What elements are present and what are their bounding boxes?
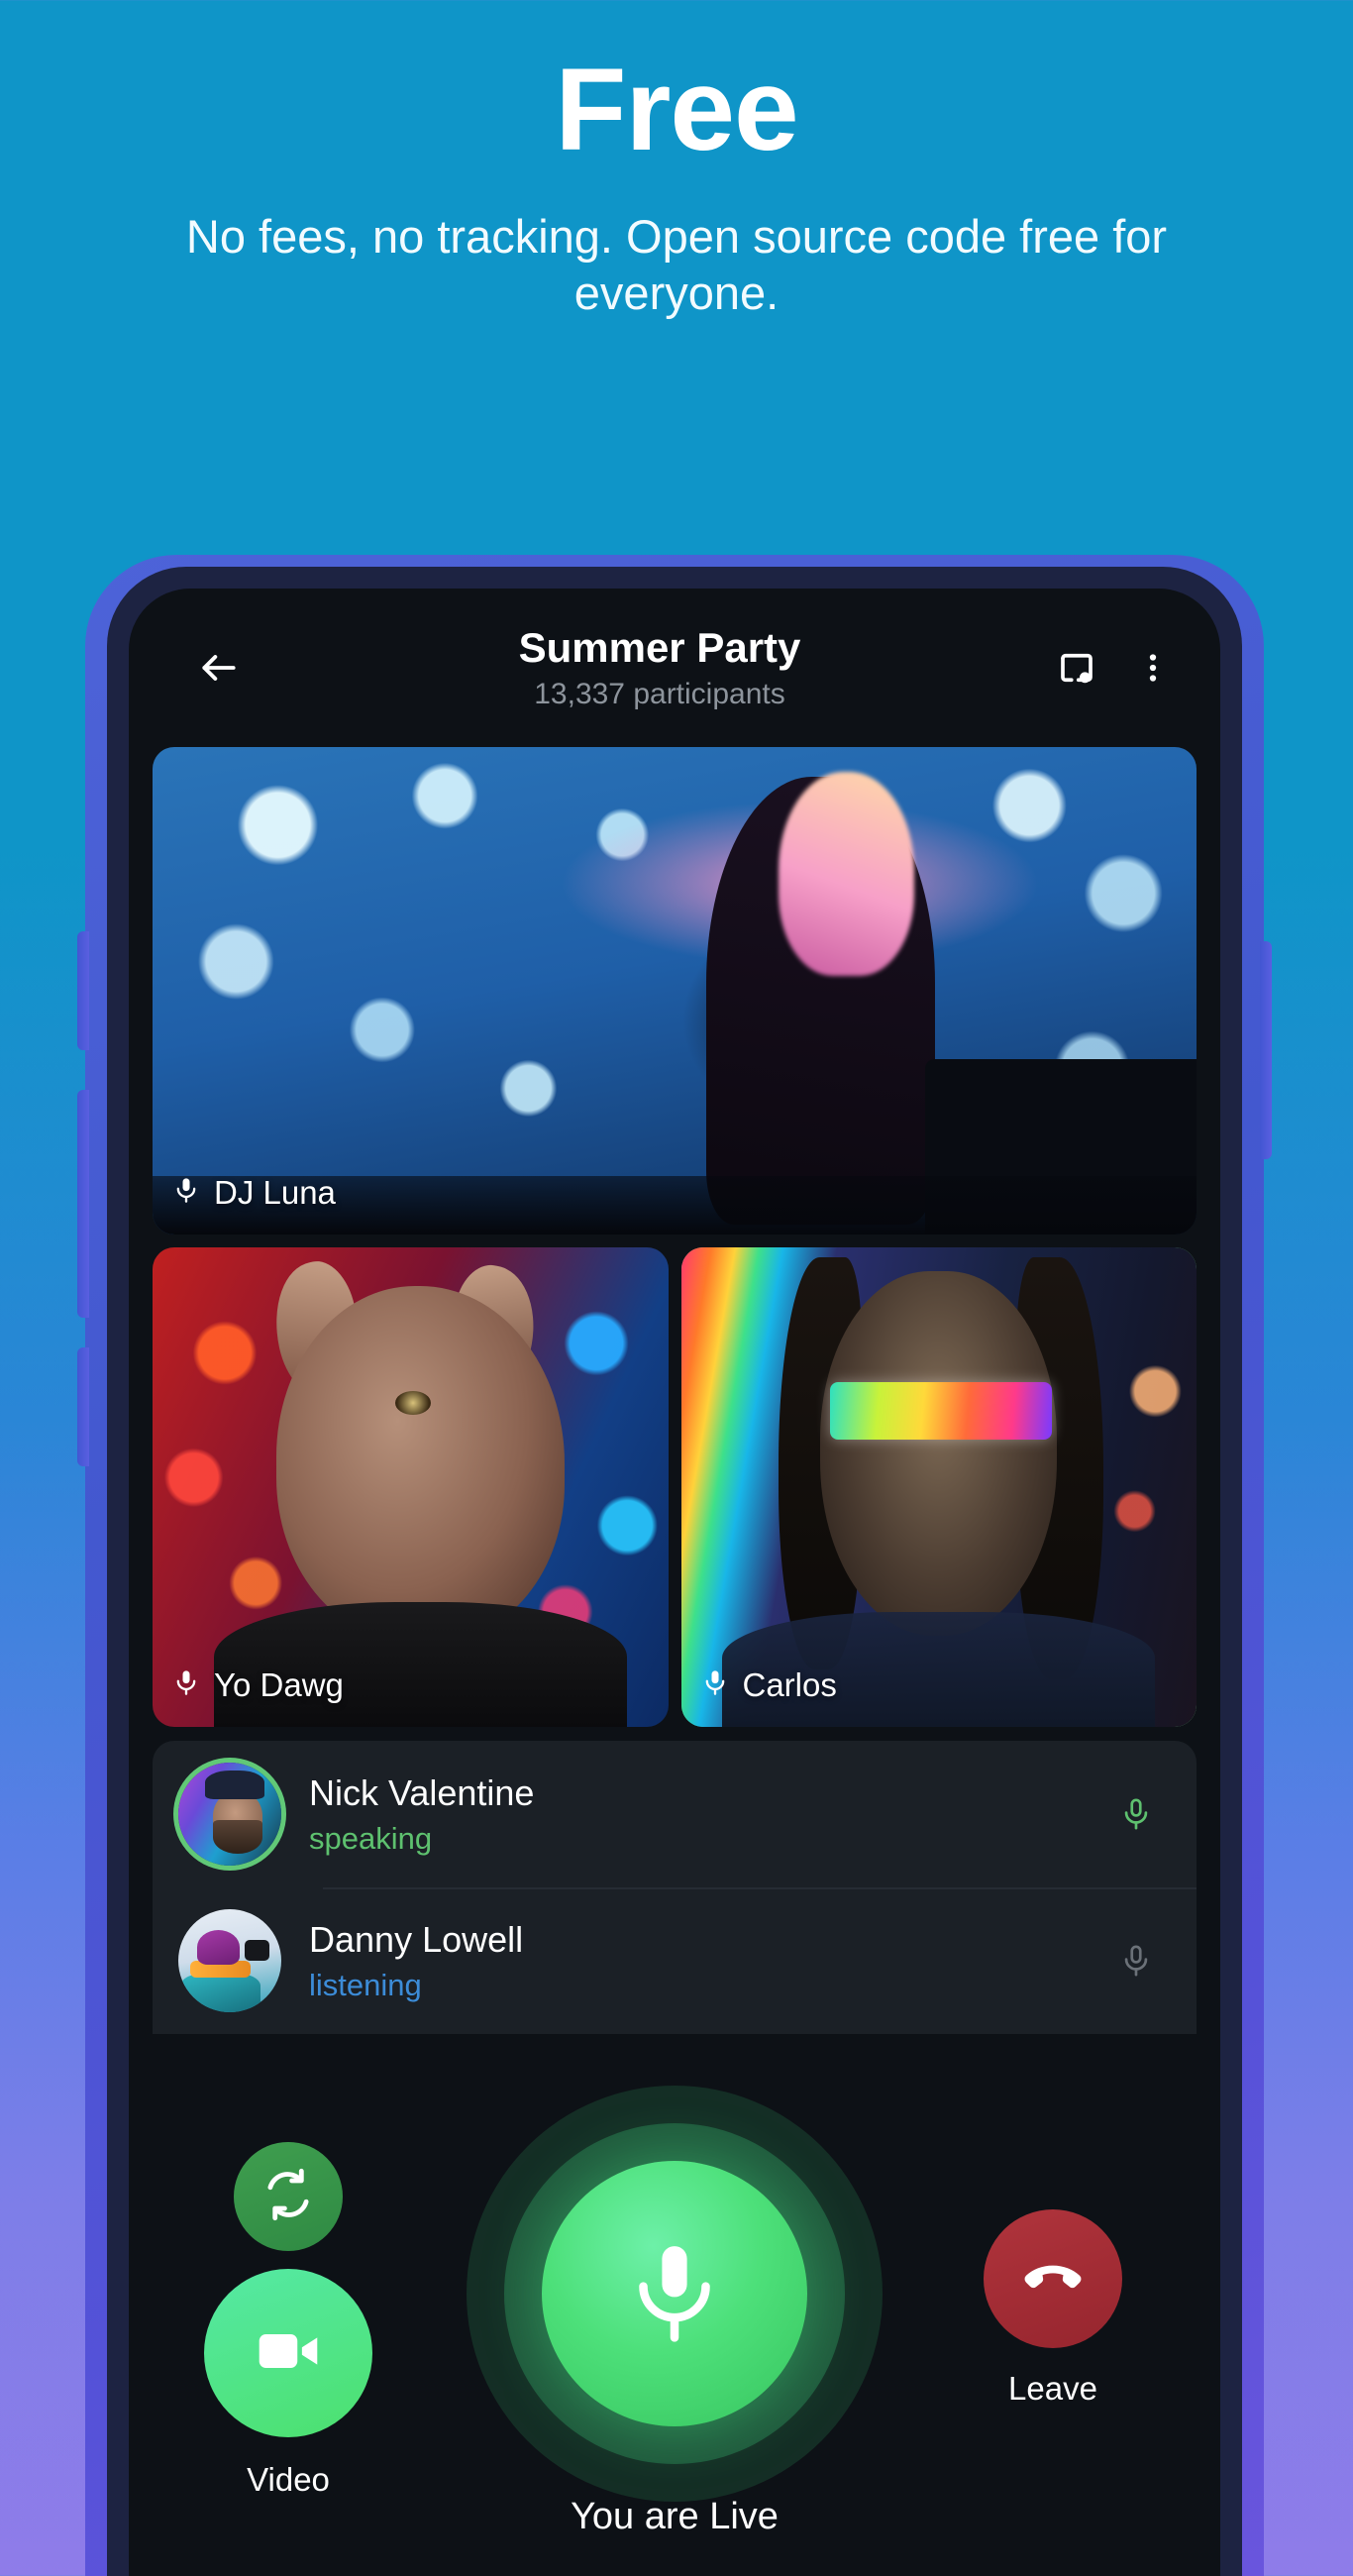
avatar [178, 1763, 281, 1866]
tile-label: DJ Luna [172, 1172, 336, 1213]
microphone-icon [172, 1664, 200, 1705]
carlos-face [820, 1271, 1058, 1637]
microphone-icon [701, 1664, 729, 1705]
microphone-icon[interactable] [621, 2227, 728, 2361]
back-button[interactable] [164, 646, 273, 690]
video-tile-carlos[interactable]: Carlos [680, 1247, 1197, 1727]
microphone-icon [172, 1172, 200, 1213]
more-vertical-icon[interactable] [1135, 647, 1171, 689]
dog-head [275, 1285, 566, 1641]
phone-mockup: Summer Party 13,337 participants DJ Luna… [77, 555, 1272, 2576]
phone-screen: Summer Party 13,337 participants DJ Luna… [129, 589, 1220, 2576]
avatar-image [178, 1909, 281, 2012]
mic-toggle[interactable]: You are Live [437, 2086, 912, 2538]
mic-button[interactable] [542, 2161, 807, 2426]
avatar-camera [244, 1940, 269, 1961]
avatar-beanie [205, 1771, 265, 1800]
tile-name: DJ Luna [214, 1173, 336, 1211]
tile-name: Yo Dawg [214, 1665, 344, 1703]
list-item[interactable]: Danny Lowell listening [153, 1887, 1197, 2034]
video-feed-image [153, 747, 1197, 1234]
carlos-visor-glasses [830, 1381, 1053, 1440]
promo-header: Free No fees, no tracking. Open source c… [0, 0, 1353, 322]
call-controls: Video You are Live Leave [129, 2086, 1220, 2576]
mic-status-label: You are Live [571, 2496, 779, 2537]
participant-count: 13,337 participants [534, 678, 785, 711]
phone-side-button-left-top [77, 931, 89, 1050]
avatar-beard [213, 1820, 263, 1854]
video-feed-image [153, 1247, 669, 1727]
app-bar-actions [1056, 647, 1185, 689]
screen-share-icon[interactable] [1056, 647, 1097, 689]
participant-info: Nick Valentine speaking [309, 1772, 1101, 1857]
participant-name: Danny Lowell [309, 1918, 524, 1960]
video-tile-row: Yo Dawg Carlos [153, 1247, 1197, 1727]
microphone-icon[interactable] [1101, 1792, 1171, 1836]
avatar-coat [180, 1973, 261, 2012]
flip-camera-icon[interactable] [260, 2166, 317, 2228]
leave-button[interactable] [984, 2209, 1122, 2348]
leave-control[interactable]: Leave [969, 2209, 1137, 2408]
avatar-image [178, 1763, 281, 1866]
promo-subtitle: No fees, no tracking. Open source code f… [185, 210, 1168, 320]
hang-up-icon[interactable] [1017, 2241, 1089, 2317]
tile-name: Carlos [742, 1665, 837, 1703]
dj-hair [779, 771, 915, 977]
leave-label: Leave [1008, 2370, 1097, 2407]
microphone-icon[interactable] [1101, 1939, 1171, 1983]
video-label: Video [247, 2461, 330, 2498]
page-title: Free [555, 45, 798, 175]
video-tile-dj-luna[interactable]: DJ Luna [153, 747, 1197, 1234]
video-camera-icon[interactable] [252, 2314, 325, 2393]
call-title: Summer Party [518, 623, 801, 671]
list-item[interactable]: Nick Valentine speaking [153, 1741, 1197, 1887]
flip-camera-button[interactable] [234, 2142, 343, 2251]
call-header-text: Summer Party 13,337 participants [263, 624, 1056, 711]
video-feed-image [680, 1247, 1197, 1727]
participants-list: Nick Valentine speaking Danny Lowell lis… [153, 1741, 1197, 2034]
status-badge: speaking [309, 1820, 433, 1856]
video-grid: DJ Luna Yo Dawg Carlos [129, 747, 1220, 1727]
arrow-left-icon[interactable] [197, 646, 241, 690]
tile-label: Carlos [701, 1664, 837, 1705]
call-app-bar: Summer Party 13,337 participants [129, 589, 1220, 747]
participant-info: Danny Lowell listening [309, 1919, 1101, 2003]
video-tile-yo-dawg[interactable]: Yo Dawg [153, 1247, 669, 1727]
phone-side-button-volume [77, 1090, 89, 1318]
avatar-beanie [196, 1929, 241, 1966]
video-button[interactable] [204, 2269, 372, 2437]
phone-side-button-power [1260, 941, 1272, 1159]
participant-name: Nick Valentine [309, 1771, 535, 1813]
avatar [178, 1909, 281, 2012]
mic-halo [467, 2086, 883, 2502]
video-toggle[interactable]: Video [204, 2269, 372, 2499]
phone-side-button-left-bottom [77, 1347, 89, 1466]
tile-label: Yo Dawg [172, 1664, 344, 1705]
status-badge: listening [309, 1967, 422, 2002]
